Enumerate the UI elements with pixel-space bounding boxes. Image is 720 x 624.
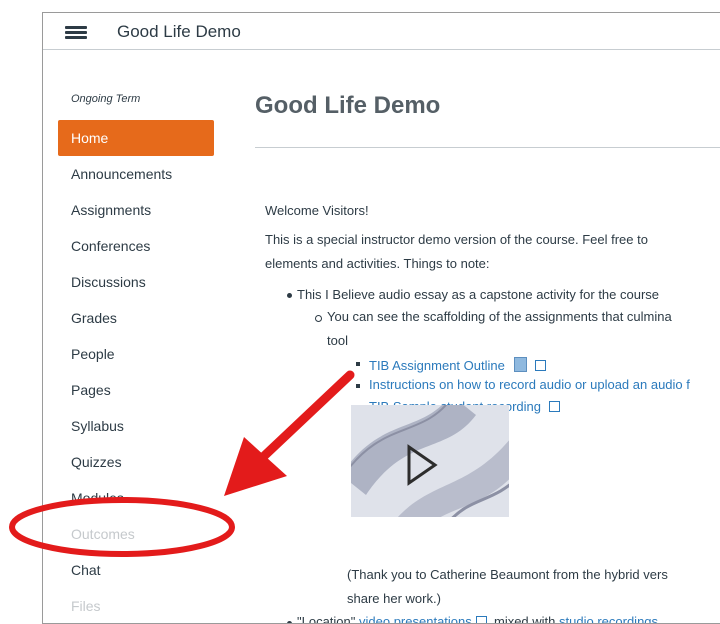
nav-pages[interactable]: Pages [58, 372, 214, 408]
external-link-icon [548, 401, 560, 412]
nav-chat[interactable]: Chat [58, 552, 214, 588]
mixed-with-text: , mixed with [486, 614, 556, 624]
nav-assignments[interactable]: Assignments [58, 192, 214, 228]
intro-line-2: elements and activities. Things to note: [265, 256, 490, 271]
top-header: Good Life Demo [43, 13, 720, 50]
course-navigation: Ongoing Term Home Announcements Assignme… [43, 49, 233, 623]
course-title[interactable]: Good Life Demo [117, 22, 241, 42]
external-link-icon [535, 360, 547, 371]
scaffolding-line-2: tool [327, 333, 348, 348]
page-title: Good Life Demo [255, 92, 441, 119]
scaffolding-line-1: You can see the scaffolding of the assig… [327, 309, 672, 324]
studio-recordings-link[interactable]: studio recordings [559, 614, 658, 623]
nav-people[interactable]: People [58, 336, 214, 372]
bullet-dot [287, 293, 292, 298]
instructions-audio-link[interactable]: Instructions on how to record audio or u… [369, 377, 690, 392]
nav-conferences[interactable]: Conferences [58, 228, 214, 264]
title-divider [255, 147, 720, 148]
video-presentations-link[interactable]: video presentations [359, 614, 472, 623]
thanks-line-1: (Thank you to Catherine Beaumont from th… [347, 567, 668, 582]
nav-grades[interactable]: Grades [58, 300, 214, 336]
nav-discussions[interactable]: Discussions [58, 264, 214, 300]
document-preview-icon[interactable] [514, 357, 528, 372]
external-link-icon [475, 616, 487, 623]
nav-syllabus[interactable]: Syllabus [58, 408, 214, 444]
square-bullet [356, 384, 360, 388]
nav-outcomes[interactable]: Outcomes [58, 516, 214, 552]
nav-home[interactable]: Home [58, 120, 214, 156]
film-strip-icon [351, 405, 509, 517]
square-bullet [356, 362, 360, 366]
nav-quizzes[interactable]: Quizzes [58, 444, 214, 480]
tib-outline-link[interactable]: TIB Assignment Outline [369, 358, 505, 373]
canvas-window: Good Life Demo Ongoing Term Home Announc… [42, 12, 720, 624]
intro-line-1: This is a special instructor demo versio… [265, 232, 648, 247]
sub-bullet-circle [315, 315, 322, 322]
bullet-capstone: This I Believe audio essay as a capstone… [297, 287, 660, 302]
nav-announcements[interactable]: Announcements [58, 156, 214, 192]
location-label: "Location" [297, 614, 356, 624]
term-label: Ongoing Term [71, 93, 141, 105]
welcome-text: Welcome Visitors! [265, 203, 369, 218]
hamburger-menu-icon[interactable] [65, 26, 87, 39]
nav-modules[interactable]: Modules [58, 480, 214, 516]
nav-files[interactable]: Files [58, 588, 214, 623]
video-thumbnail[interactable] [351, 405, 509, 517]
thanks-line-2: share her work.) [347, 591, 441, 606]
